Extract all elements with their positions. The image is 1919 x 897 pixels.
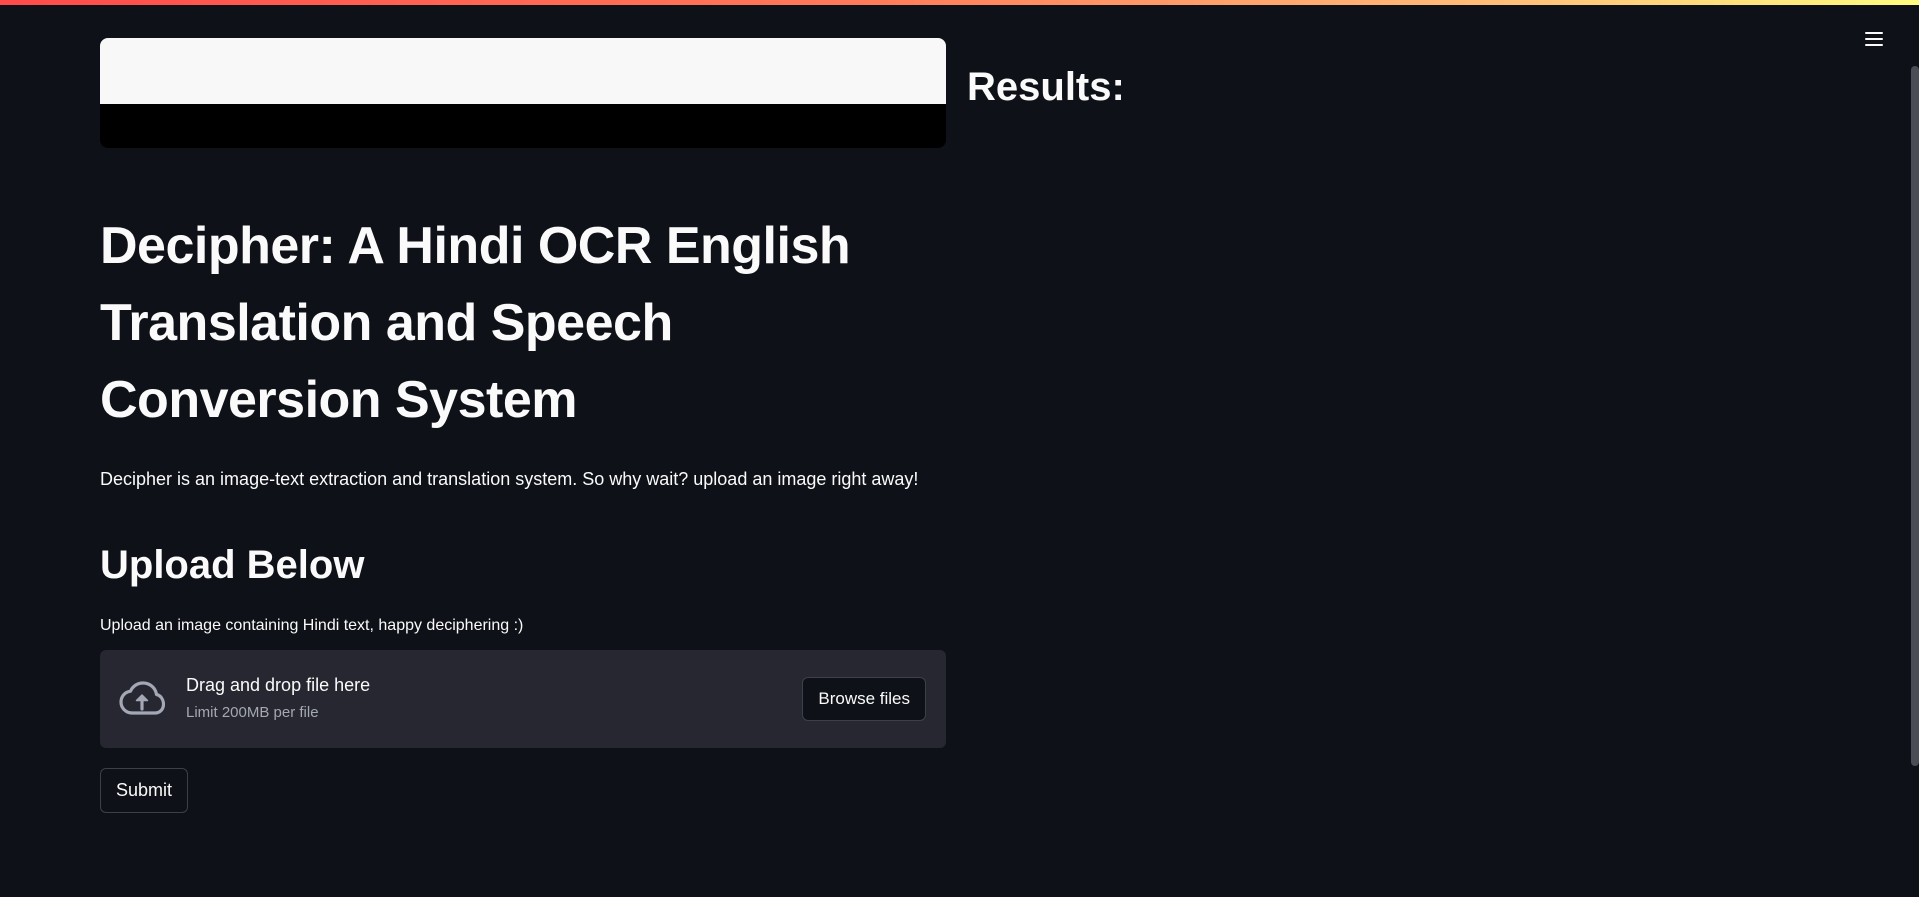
upload-heading: Upload Below xyxy=(100,543,365,587)
results-column: Results: xyxy=(967,62,1125,112)
dropzone-text: Drag and drop file here Limit 200MB per … xyxy=(186,674,370,722)
banner-image xyxy=(100,38,946,148)
left-column: Decipher: A Hindi OCR English Translatio… xyxy=(100,38,946,813)
hamburger-menu-icon xyxy=(1865,32,1883,46)
uploader-label: Upload an image containing Hindi text, h… xyxy=(100,617,524,634)
top-decoration-bar xyxy=(0,0,1919,5)
results-heading: Results: xyxy=(967,65,1125,109)
submit-button[interactable]: Submit xyxy=(100,768,189,813)
main-menu-button[interactable] xyxy=(1860,26,1888,52)
file-size-limit: Limit 200MB per file xyxy=(186,704,319,721)
browse-files-button[interactable]: Browse files xyxy=(802,677,926,721)
page-scrollbar[interactable] xyxy=(1911,66,1919,766)
page-title: Decipher: A Hindi OCR English Translatio… xyxy=(100,217,851,429)
cloud-upload-icon xyxy=(119,681,165,715)
file-dropzone[interactable]: Drag and drop file here Limit 200MB per … xyxy=(100,650,946,748)
dropzone-instructions: Drag and drop file here xyxy=(186,675,371,695)
app-description: Decipher is an image-text extraction and… xyxy=(100,469,919,489)
